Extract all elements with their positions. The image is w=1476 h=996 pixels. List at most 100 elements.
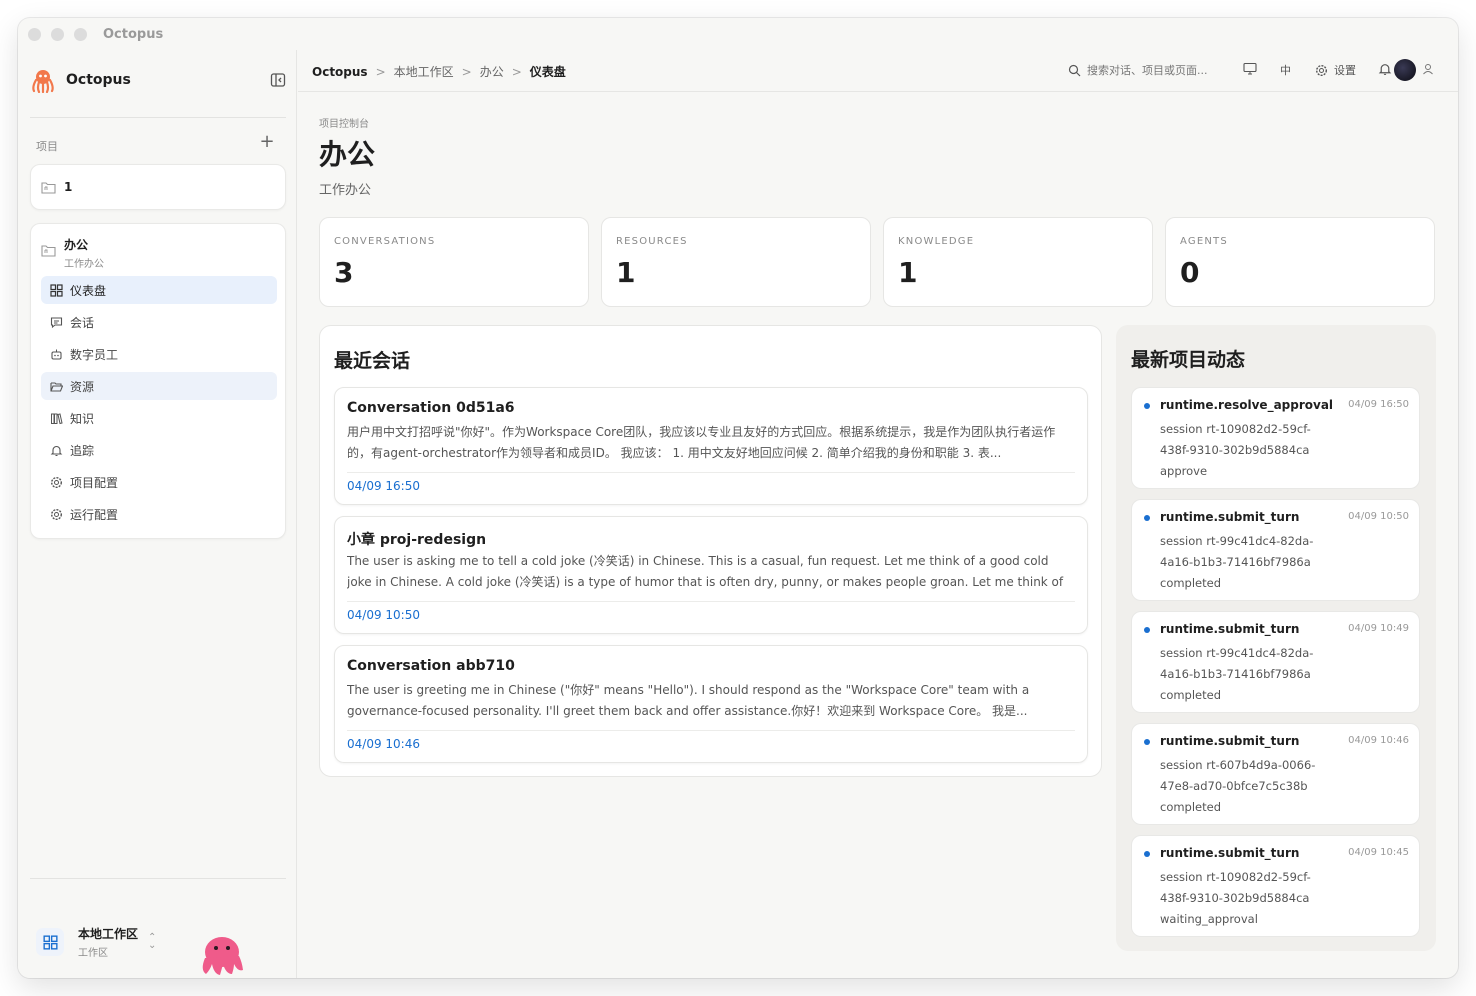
page-kicker: 项目控制台 [319, 119, 369, 130]
activity-time: 04/09 10:49 [1348, 623, 1409, 634]
close-window-button[interactable] [28, 27, 41, 41]
activity-item[interactable]: runtime.resolve_approval 04/09 16:50 ses… [1131, 387, 1420, 489]
nav-item-agents[interactable]: 数字员工 [41, 340, 277, 368]
stat-card-resources[interactable]: RESOURCES 1 [601, 217, 871, 307]
project-item-1[interactable]: 1 [30, 164, 286, 210]
nav-item-dashboard[interactable]: 仪表盘 [41, 276, 277, 304]
activity-name: runtime.submit_turn [1160, 510, 1300, 524]
current-project-subtitle: 工作办公 [64, 259, 104, 270]
activity-body: session rt-607b4d9a-0066-47e8-ad70-0bfce… [1160, 755, 1340, 818]
workspace-switcher[interactable]: 本地工作区 工作区 ⌃ ⌄ [36, 920, 186, 964]
nav-label: 会话 [70, 315, 95, 330]
main-content: 项目控制台 办公 工作办公 CONVERSATIONS 3 RESOURCES … [298, 93, 1458, 978]
conversation-date: 04/09 10:46 [347, 737, 420, 751]
activity-time: 04/09 10:50 [1348, 511, 1409, 522]
stat-card-conversations[interactable]: CONVERSATIONS 3 [319, 217, 589, 307]
card-divider [347, 730, 1075, 731]
maximize-window-button[interactable] [74, 27, 87, 41]
conversation-date: 04/09 16:50 [347, 479, 420, 493]
activity-detail: session rt-99c41dc4-82da-4a16-b1b3-71416… [1160, 534, 1314, 569]
stat-card-knowledge[interactable]: KNOWLEDGE 1 [883, 217, 1153, 307]
gear-icon [1315, 64, 1328, 76]
activity-name: runtime.resolve_approval [1160, 398, 1334, 412]
stat-value: 0 [1180, 256, 1200, 289]
activity-status: approve [1160, 464, 1208, 478]
settings-label: 设置 [1334, 64, 1356, 77]
project-nav: 仪表盘 会话 数字员工 资源 知识 追踪 项目配置 运行配置 [41, 276, 277, 532]
window-title: Octopus [103, 26, 164, 42]
user-icon [1423, 64, 1433, 75]
project-activity-title: 最新项目动态 [1131, 349, 1246, 371]
activity-time: 04/09 16:50 [1348, 399, 1409, 410]
notifications-button[interactable] [1378, 62, 1392, 76]
search-icon [1068, 64, 1081, 76]
monitor-icon [1243, 62, 1257, 75]
current-project-card: 办公 工作办公 仪表盘 会话 数字员工 资源 知识 追踪 项目配置 运行配置 [30, 223, 286, 539]
status-dot [1144, 739, 1150, 745]
conversation-title: Conversation 0d51a6 [347, 400, 515, 416]
nav-label: 追踪 [70, 443, 95, 458]
breadcrumb-separator: > [461, 64, 472, 79]
search-input[interactable]: 搜索对话、项目或页面... [1068, 62, 1208, 78]
folder-icon [41, 245, 56, 257]
stat-value: 1 [898, 256, 918, 289]
folder-open-icon [49, 379, 63, 393]
nav-label: 项目配置 [70, 475, 119, 490]
workspace-name: 本地工作区 [78, 927, 139, 941]
card-divider [347, 472, 1075, 473]
language-toggle[interactable]: 中 [1280, 62, 1291, 78]
monitor-button[interactable] [1243, 62, 1257, 75]
avatar[interactable] [1394, 59, 1416, 81]
octopus-logo-icon [32, 70, 54, 93]
activity-detail: session rt-99c41dc4-82da-4a16-b1b3-71416… [1160, 646, 1314, 681]
workspace-type: 工作区 [78, 948, 108, 959]
brand-name: Octopus [66, 72, 131, 88]
conversation-card[interactable]: Conversation 0d51a6 用户用中文打招呼说"你好"。作为Work… [334, 387, 1088, 505]
activity-detail: session rt-109082d2-59cf-438f-9310-302b9… [1160, 870, 1311, 905]
activity-status: completed [1160, 576, 1222, 590]
activity-item[interactable]: runtime.submit_turn 04/09 10:50 session … [1131, 499, 1420, 601]
stat-card-agents[interactable]: AGENTS 0 [1165, 217, 1435, 307]
activity-time: 04/09 10:46 [1348, 735, 1409, 746]
nav-label: 数字员工 [70, 347, 119, 362]
minimize-window-button[interactable] [51, 27, 64, 41]
nav-item-runtime-config[interactable]: 运行配置 [41, 500, 277, 528]
conversation-title: 小章 proj-redesign [347, 532, 487, 548]
stat-value: 1 [616, 256, 636, 289]
breadcrumb-item[interactable]: 办公 [480, 63, 504, 80]
nav-label: 运行配置 [70, 507, 119, 522]
folder-icon [41, 181, 56, 194]
breadcrumb-separator: > [375, 64, 386, 79]
breadcrumb-item[interactable]: 本地工作区 [394, 63, 454, 80]
activity-item[interactable]: runtime.submit_turn 04/09 10:46 session … [1131, 723, 1420, 825]
conversation-card[interactable]: Conversation abb710 The user is greeting… [334, 645, 1088, 763]
breadcrumb-item[interactable]: Octopus [312, 65, 368, 79]
user-button[interactable] [1422, 63, 1434, 75]
octopus-mascot-icon [202, 937, 243, 975]
activity-body: session rt-99c41dc4-82da-4a16-b1b3-71416… [1160, 643, 1340, 706]
nav-item-tracking[interactable]: 追踪 [41, 436, 277, 464]
activity-time: 04/09 10:45 [1348, 847, 1409, 858]
sidebar-toggle-icon[interactable] [270, 72, 286, 88]
nav-item-conversations[interactable]: 会话 [41, 308, 277, 336]
conversation-card[interactable]: 小章 proj-redesign The user is asking me t… [334, 516, 1088, 634]
nav-label: 知识 [70, 411, 95, 426]
add-project-button[interactable]: + [258, 133, 276, 151]
current-project-header[interactable]: 办公 工作办公 [41, 236, 104, 270]
activity-detail: session rt-607b4d9a-0066-47e8-ad70-0bfce… [1160, 758, 1316, 793]
nav-label: 资源 [70, 379, 95, 394]
breadcrumb: Octopus > 本地工作区 > 办公 > 仪表盘 [312, 63, 574, 80]
sidebar-divider [30, 117, 286, 118]
activity-name: runtime.submit_turn [1160, 734, 1300, 748]
nav-item-resources[interactable]: 资源 [41, 372, 277, 400]
gear-icon [49, 475, 63, 489]
activity-item[interactable]: runtime.submit_turn 04/09 10:45 session … [1131, 835, 1420, 937]
activity-body: session rt-99c41dc4-82da-4a16-b1b3-71416… [1160, 531, 1340, 594]
activity-name: runtime.submit_turn [1160, 846, 1300, 860]
settings-button[interactable]: 设置 [1315, 62, 1356, 78]
sidebar: Octopus 项目 + 1 办公 工作办公 仪表盘 会话 数字员工 资源 知识… [18, 50, 297, 978]
bell-icon [49, 443, 63, 457]
activity-item[interactable]: runtime.submit_turn 04/09 10:49 session … [1131, 611, 1420, 713]
nav-item-project-config[interactable]: 项目配置 [41, 468, 277, 496]
nav-item-knowledge[interactable]: 知识 [41, 404, 277, 432]
